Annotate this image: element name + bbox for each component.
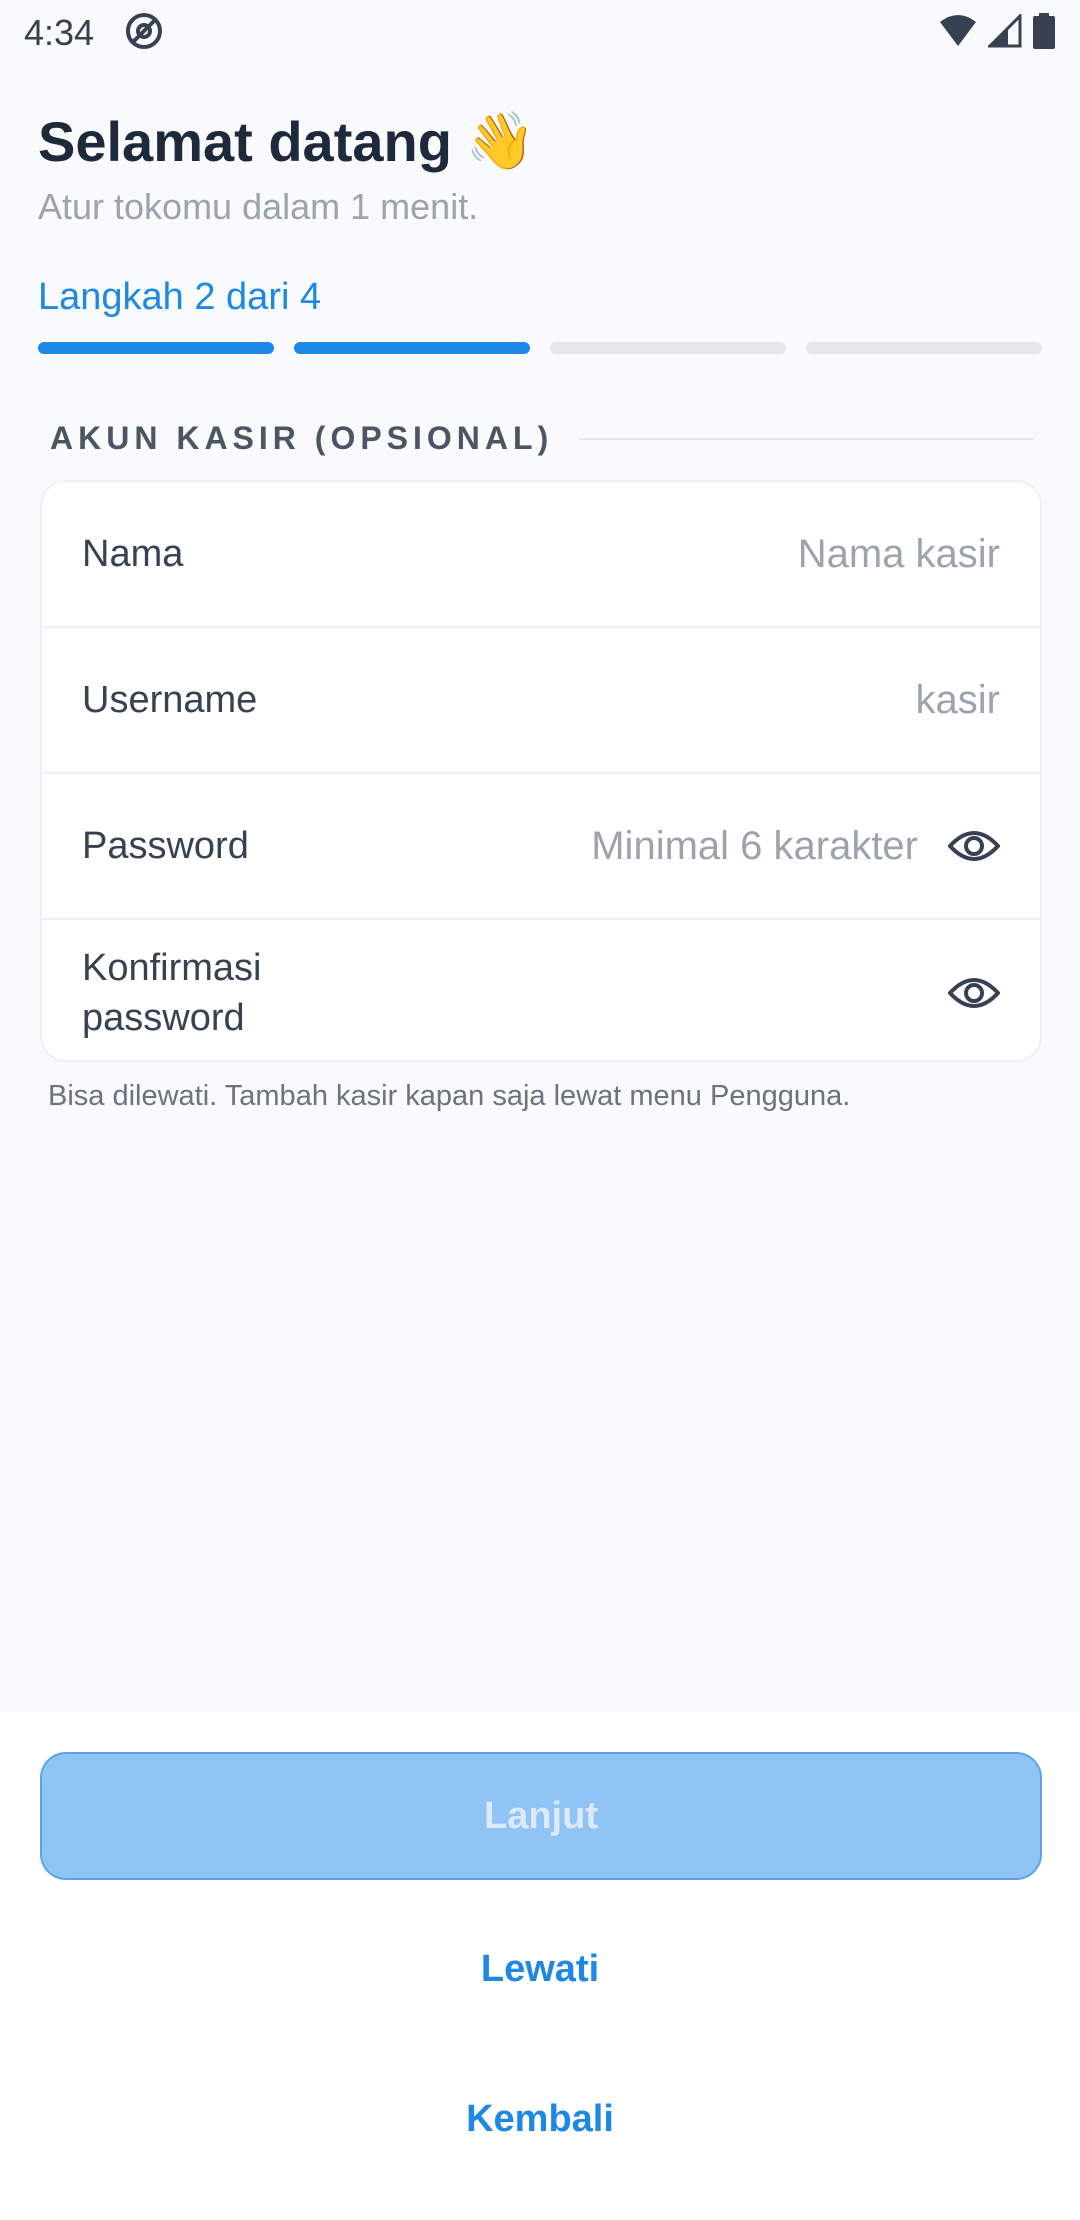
step-segment [806,342,1042,354]
username-row: Username [42,628,1040,774]
confirm-password-input[interactable] [398,970,918,1016]
section-title: AKUN KASIR (OPSIONAL) [50,420,554,456]
eye-icon[interactable] [948,826,1000,866]
username-label: Username [82,679,258,721]
at-sign-icon [124,11,164,56]
password-input[interactable] [398,823,918,869]
page-title-row: Selamat datang 👋 [38,108,536,174]
confirm-password-row: Konfirmasi password [42,920,1040,1060]
section-divider [579,437,1034,440]
page-subtitle: Atur tokomu dalam 1 menit. [38,186,479,227]
name-label: Nama [82,533,184,575]
username-input[interactable] [480,677,1000,723]
status-time: 4:34 [24,12,95,53]
step-segment [294,342,530,354]
status-bar: 4:34 [0,0,1080,66]
name-input[interactable] [480,531,1000,577]
skip-button[interactable]: Lewati [0,1948,1080,1991]
confirm-password-label: Konfirmasi password [82,947,262,1039]
cashier-account-form: Nama Username Password Konfirmasi passwo… [40,480,1042,1062]
password-label: Password [82,825,249,867]
back-button[interactable]: Kembali [0,2098,1080,2141]
eye-icon[interactable] [948,973,1000,1013]
bottom-actions: Lanjut Lewati Kembali [0,1712,1080,2220]
step-segment [550,342,786,354]
battery-icon [1032,12,1056,54]
step-label: Langkah 2 dari 4 [38,276,322,318]
password-row: Password [42,774,1040,920]
name-row: Nama [42,482,1040,628]
signal-icon [986,11,1022,53]
step-progress [38,342,1042,354]
waving-hand-emoji: 👋 [465,109,536,172]
page-title: Selamat datang [38,109,452,173]
step-segment [38,342,274,354]
next-button[interactable]: Lanjut [40,1752,1042,1880]
section-header: AKUN KASIR (OPSIONAL) [50,420,1034,457]
wifi-icon [938,14,978,53]
form-hint: Bisa dilewati. Tambah kasir kapan saja l… [48,1080,851,1112]
